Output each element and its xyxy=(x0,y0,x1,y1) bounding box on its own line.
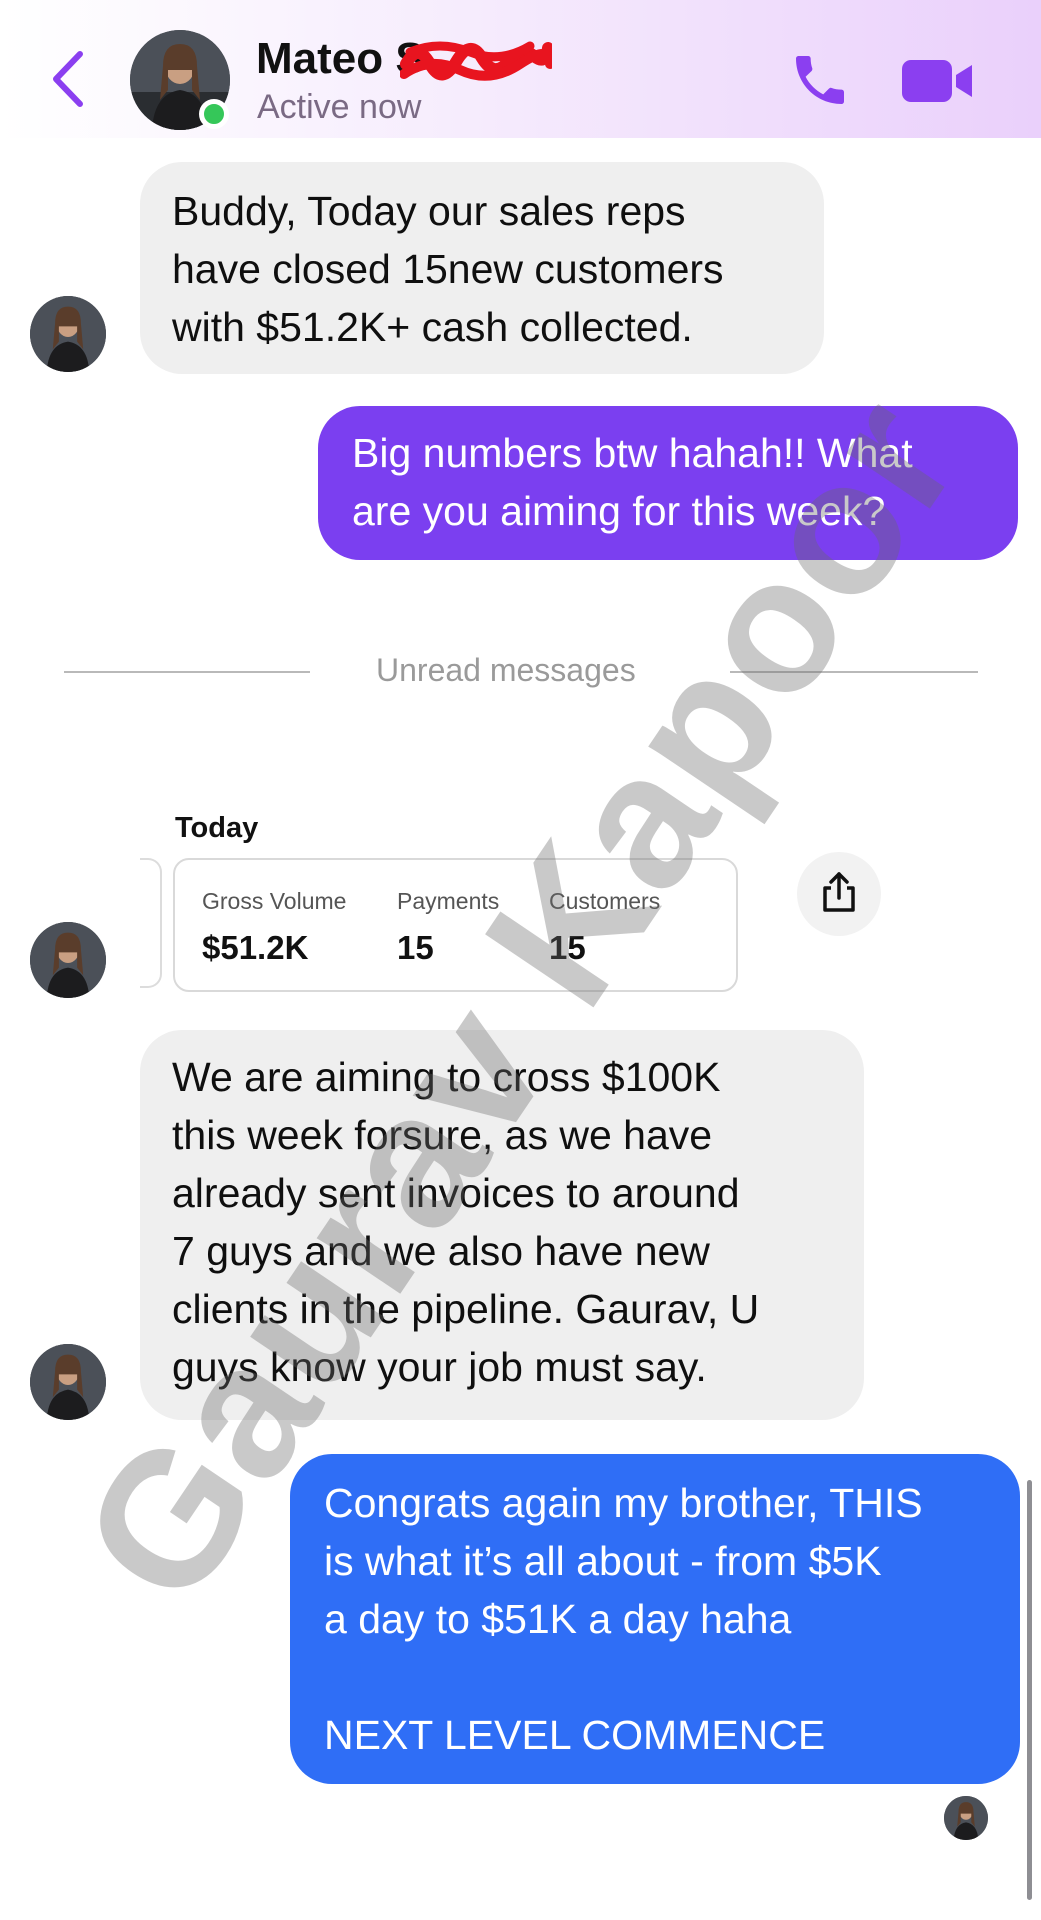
unread-messages-divider: Unread messages xyxy=(376,652,636,688)
stat-value: 15 xyxy=(397,929,434,966)
stat-customers: Customers 15 xyxy=(549,888,660,967)
stats-card[interactable]: Gross Volume $51.2K Payments 15 Customer… xyxy=(173,858,738,992)
online-status-dot xyxy=(199,99,229,129)
video-camera-icon[interactable] xyxy=(900,56,976,106)
stat-payments: Payments 15 xyxy=(397,888,499,967)
message-bubble-incoming[interactable]: We are aiming to cross $100K this week f… xyxy=(140,1030,864,1420)
contact-status: Active now xyxy=(257,88,422,126)
name-redaction-scribble xyxy=(400,41,552,81)
contact-avatar-small[interactable] xyxy=(30,296,106,372)
seen-receipt-avatar xyxy=(944,1796,988,1840)
stat-label: Gross Volume xyxy=(202,888,347,914)
phone-icon[interactable] xyxy=(788,48,852,112)
message-bubble-outgoing[interactable]: Congrats again my brother, THIS is what … xyxy=(290,1454,1020,1784)
stat-label: Payments xyxy=(397,888,500,914)
back-chevron-icon[interactable] xyxy=(44,44,94,114)
stat-gross-volume: Gross Volume $51.2K xyxy=(202,888,346,967)
scrollbar[interactable] xyxy=(1027,1480,1032,1900)
divider-line xyxy=(64,671,310,673)
previous-card-edge[interactable] xyxy=(140,858,162,988)
share-button[interactable] xyxy=(797,852,881,936)
contact-avatar-small[interactable] xyxy=(30,922,106,998)
contact-avatar-small[interactable] xyxy=(30,1344,106,1420)
message-bubble-incoming[interactable]: Buddy, Today our sales reps have closed … xyxy=(140,162,824,374)
share-icon xyxy=(823,872,855,912)
stat-value: $51.2K xyxy=(202,929,309,966)
stat-value: 15 xyxy=(549,929,586,966)
stats-card-title: Today xyxy=(175,812,259,844)
stat-label: Customers xyxy=(549,888,661,914)
message-bubble-outgoing[interactable]: Big numbers btw hahah!! What are you aim… xyxy=(318,406,1018,560)
divider-line xyxy=(730,671,978,673)
